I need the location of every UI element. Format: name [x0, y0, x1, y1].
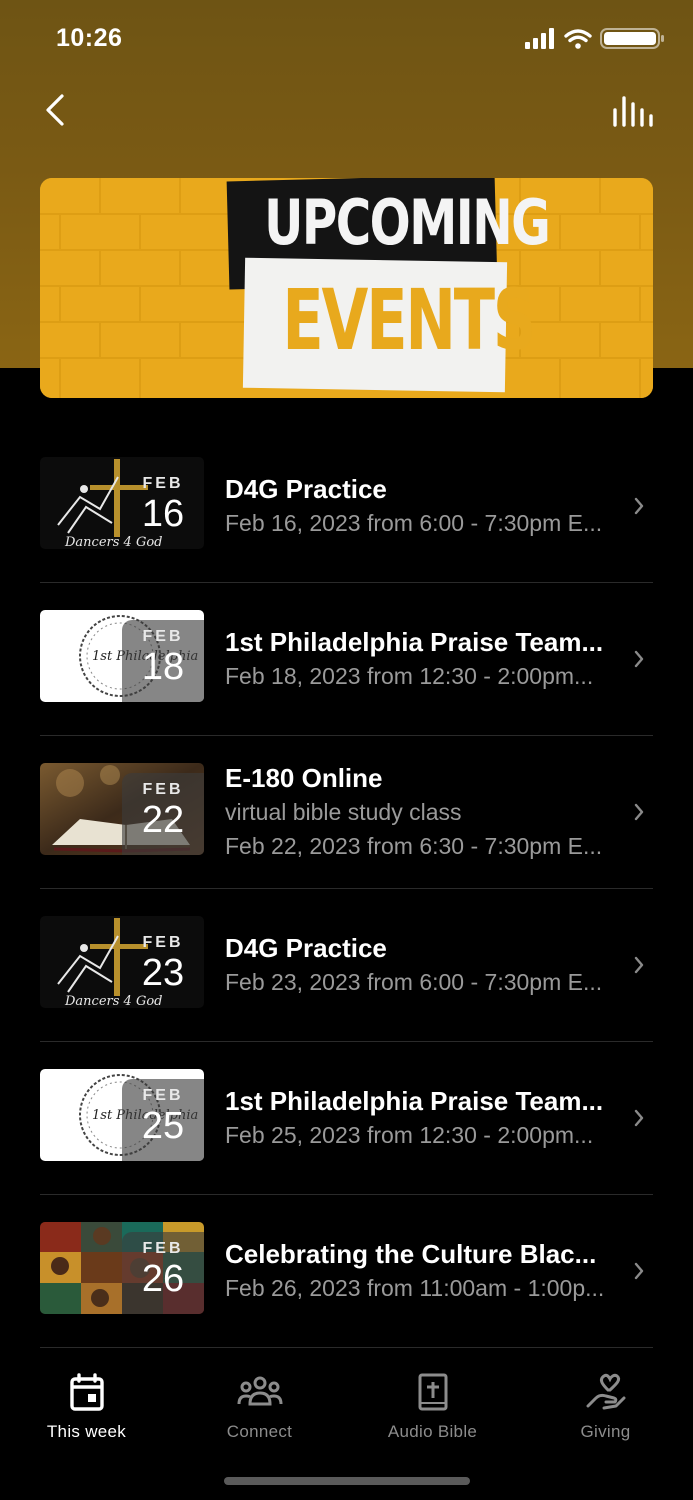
upcoming-events-banner: UPCOMING EVENTS: [40, 178, 653, 398]
back-button[interactable]: [38, 88, 82, 132]
event-title: E-180 Online: [225, 763, 383, 793]
date-badge: FEB 18: [122, 620, 204, 702]
event-time: Feb 26, 2023 from 11:00am - 1:00p...: [225, 1275, 605, 1301]
date-day: 26: [141, 1258, 185, 1300]
event-row[interactable]: 1st Philadelphia FEB 25 1st Philadelphia…: [40, 1042, 653, 1195]
chevron-left-icon: [46, 94, 64, 126]
battery-icon: [600, 28, 664, 49]
event-title: D4G Practice: [225, 933, 387, 963]
status-icons: [525, 28, 664, 49]
event-texts: 1st Philadelphia Praise Team... Feb 18, …: [225, 583, 625, 735]
audio-bars-icon: [613, 96, 653, 127]
date-day: 16: [141, 493, 185, 535]
date-month: FEB: [142, 934, 184, 951]
date-badge: FEB 22: [122, 773, 204, 855]
home-indicator[interactable]: [224, 1477, 470, 1485]
date-day: 18: [141, 646, 185, 688]
event-row[interactable]: Dancers 4 God FEB 23 D4G Practice Feb 23…: [40, 889, 653, 1042]
event-thumbnail: 1st Philadelphia FEB 18: [40, 610, 204, 702]
date-badge: FEB 25: [122, 1079, 204, 1161]
tab-this-week[interactable]: This week: [0, 1372, 173, 1442]
bible-icon: [418, 1373, 447, 1411]
date-badge: FEB 23: [122, 926, 204, 1008]
tab-audio-bible[interactable]: Audio Bible: [346, 1372, 519, 1442]
date-badge: FEB 16: [122, 467, 204, 549]
event-row[interactable]: 1st Philadelphia FEB 18 1st Philadelphia…: [40, 583, 653, 736]
event-texts: D4G Practice Feb 23, 2023 from 6:00 - 7:…: [225, 889, 625, 1041]
chevron-right-icon: [634, 956, 644, 974]
date-month: FEB: [142, 628, 184, 645]
event-texts: E-180 Online virtual bible study class F…: [225, 736, 625, 888]
chevron-right-icon: [634, 650, 644, 668]
calendar-icon: [69, 1373, 104, 1411]
audio-player-button[interactable]: [609, 90, 655, 130]
event-title: 1st Philadelphia Praise Team...: [225, 627, 604, 657]
event-thumbnail: FEB 26: [40, 1222, 204, 1314]
banner-title-line1: UPCOMING: [264, 186, 551, 259]
event-time: Feb 16, 2023 from 6:00 - 7:30pm E...: [225, 510, 603, 536]
chevron-right-icon: [634, 1109, 644, 1127]
event-subtitle: virtual bible study class: [225, 799, 462, 825]
event-texts: D4G Practice Feb 16, 2023 from 6:00 - 7:…: [225, 430, 625, 582]
event-time: Feb 23, 2023 from 6:00 - 7:30pm E...: [225, 969, 603, 995]
event-row[interactable]: Dancers 4 God FEB 16 D4G Practice Feb 16…: [40, 430, 653, 583]
event-time: Feb 25, 2023 from 12:30 - 2:00pm...: [225, 1122, 594, 1148]
date-day: 23: [141, 952, 185, 994]
event-time: Feb 22, 2023 from 6:30 - 7:30pm E...: [225, 833, 603, 859]
date-month: FEB: [142, 781, 184, 798]
heart-hand-icon: [586, 1373, 625, 1410]
event-texts: Celebrating the Culture Blac... Feb 26, …: [225, 1195, 625, 1347]
event-list: Dancers 4 God FEB 16 D4G Practice Feb 16…: [40, 430, 653, 1348]
wifi-icon: [564, 29, 592, 43]
date-month: FEB: [142, 1240, 184, 1257]
event-title: Celebrating the Culture Blac...: [225, 1239, 597, 1269]
event-texts: 1st Philadelphia Praise Team... Feb 25, …: [225, 1042, 625, 1194]
banner-title-line2: EVENTS: [282, 271, 536, 369]
tab-label: This week: [46, 1422, 127, 1441]
chevron-right-icon: [634, 1262, 644, 1280]
date-month: FEB: [142, 1087, 184, 1104]
chevron-right-icon: [634, 803, 644, 821]
tab-label: Giving: [580, 1422, 631, 1441]
tab-connect[interactable]: Connect: [173, 1372, 346, 1442]
date-day: 25: [141, 1105, 185, 1147]
date-day: 22: [141, 799, 185, 841]
date-month: FEB: [142, 475, 184, 492]
status-time: 10:26: [56, 24, 123, 52]
event-title: 1st Philadelphia Praise Team...: [225, 1086, 604, 1116]
tab-label: Connect: [226, 1422, 293, 1441]
event-thumbnail: Dancers 4 God FEB 16: [40, 457, 204, 549]
date-badge: FEB 26: [122, 1232, 204, 1314]
event-title: D4G Practice: [225, 474, 387, 504]
chevron-right-icon: [634, 497, 644, 515]
event-thumbnail: 1st Philadelphia FEB 25: [40, 1069, 204, 1161]
event-row[interactable]: FEB 22 E-180 Online virtual bible study …: [40, 736, 653, 889]
tab-giving[interactable]: Giving: [519, 1372, 692, 1442]
status-bar: 10:26: [0, 0, 693, 80]
event-row[interactable]: FEB 26 Celebrating the Culture Blac... F…: [40, 1195, 653, 1348]
event-thumbnail: FEB 22: [40, 763, 204, 855]
event-time: Feb 18, 2023 from 12:30 - 2:00pm...: [225, 663, 594, 689]
signal-icon: [525, 28, 554, 49]
people-icon: [237, 1376, 282, 1406]
tab-label: Audio Bible: [387, 1422, 478, 1441]
event-thumbnail: Dancers 4 God FEB 23: [40, 916, 204, 1008]
